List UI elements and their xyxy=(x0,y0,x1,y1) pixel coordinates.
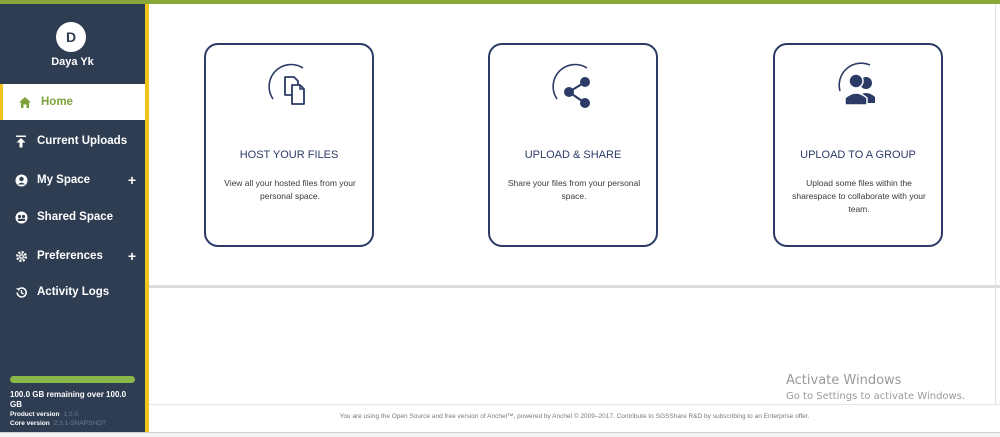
expand-my-space-button[interactable]: + xyxy=(128,172,136,188)
bottom-strip xyxy=(0,432,1000,437)
card-title: HOST YOUR FILES xyxy=(239,149,339,161)
sidebar-item-my-space[interactable]: My Space + xyxy=(0,162,145,198)
sidebar-item-preferences[interactable]: Preferences + xyxy=(0,238,145,274)
user-circle-icon xyxy=(12,173,30,187)
dashboard-panel: HOST YOUR FILES View all your hosted fil… xyxy=(149,4,1000,285)
gear-icon xyxy=(12,249,30,263)
host-files-card[interactable]: HOST YOUR FILES View all your hosted fil… xyxy=(204,43,374,247)
card-description: Upload some files within the sharespace … xyxy=(792,178,926,214)
sidebar-item-label: Current Uploads xyxy=(37,135,128,147)
footer: You are using the Open Source and free v… xyxy=(149,404,1000,428)
sidebar-item-label: Preferences xyxy=(37,250,103,262)
product-version-label: Product version xyxy=(10,411,60,418)
home-icon xyxy=(16,95,34,109)
sidebar-item-label: Home xyxy=(41,96,73,108)
right-border xyxy=(995,4,996,404)
avatar[interactable]: D xyxy=(56,22,86,52)
sidebar-item-activity-logs[interactable]: Activity Logs xyxy=(0,274,145,310)
expand-preferences-button[interactable]: + xyxy=(128,248,136,264)
core-version: Core version 2.3.1-SNAPSHOT xyxy=(10,420,106,427)
avatar-initial: D xyxy=(65,29,77,45)
upload-icon xyxy=(12,134,30,148)
content-divider xyxy=(149,285,1000,288)
core-version-label: Core version xyxy=(10,420,50,427)
core-version-value: 2.3.1-SNAPSHOT xyxy=(53,420,107,427)
group-icon xyxy=(832,59,888,115)
shared-users-icon xyxy=(12,210,30,224)
watermark-title: Activate Windows xyxy=(786,373,902,388)
product-version-value: 1.0.0 xyxy=(63,411,78,418)
upload-share-card[interactable]: UPLOAD & SHARE Share your files from you… xyxy=(488,43,658,247)
product-version: Product version 1.0.0 xyxy=(10,411,78,418)
upload-group-card[interactable]: UPLOAD TO A GROUP Upload some files with… xyxy=(773,43,943,247)
card-title: UPLOAD TO A GROUP xyxy=(800,149,916,161)
sidebar: D Daya Yk Home Current Uploads My Space … xyxy=(0,4,145,432)
activate-windows-watermark: Activate Windows Go to Settings to activ… xyxy=(786,373,965,402)
storage-remaining-text: 100.0 GB remaining over 100.0 GB xyxy=(10,390,127,409)
card-description: Share your files from your personal spac… xyxy=(507,178,641,201)
copy-files-icon xyxy=(263,59,319,115)
sidebar-item-shared-space[interactable]: Shared Space xyxy=(0,199,145,235)
user-name: Daya Yk xyxy=(51,56,94,68)
storage-progress-bar xyxy=(10,376,135,383)
sidebar-item-home[interactable]: Home xyxy=(0,84,145,120)
footer-text: You are using the Open Source and free v… xyxy=(339,413,810,420)
sidebar-item-label: Activity Logs xyxy=(37,286,110,298)
share-icon xyxy=(547,59,603,115)
history-icon xyxy=(12,285,30,299)
sidebar-item-label: Shared Space xyxy=(37,211,114,223)
watermark-subtitle: Go to Settings to activate Windows. xyxy=(786,391,966,402)
sidebar-item-label: My Space xyxy=(37,174,91,186)
card-title: UPLOAD & SHARE xyxy=(524,149,622,161)
sidebar-item-current-uploads[interactable]: Current Uploads xyxy=(0,123,145,159)
card-description: View all your hosted files from your per… xyxy=(224,178,356,201)
